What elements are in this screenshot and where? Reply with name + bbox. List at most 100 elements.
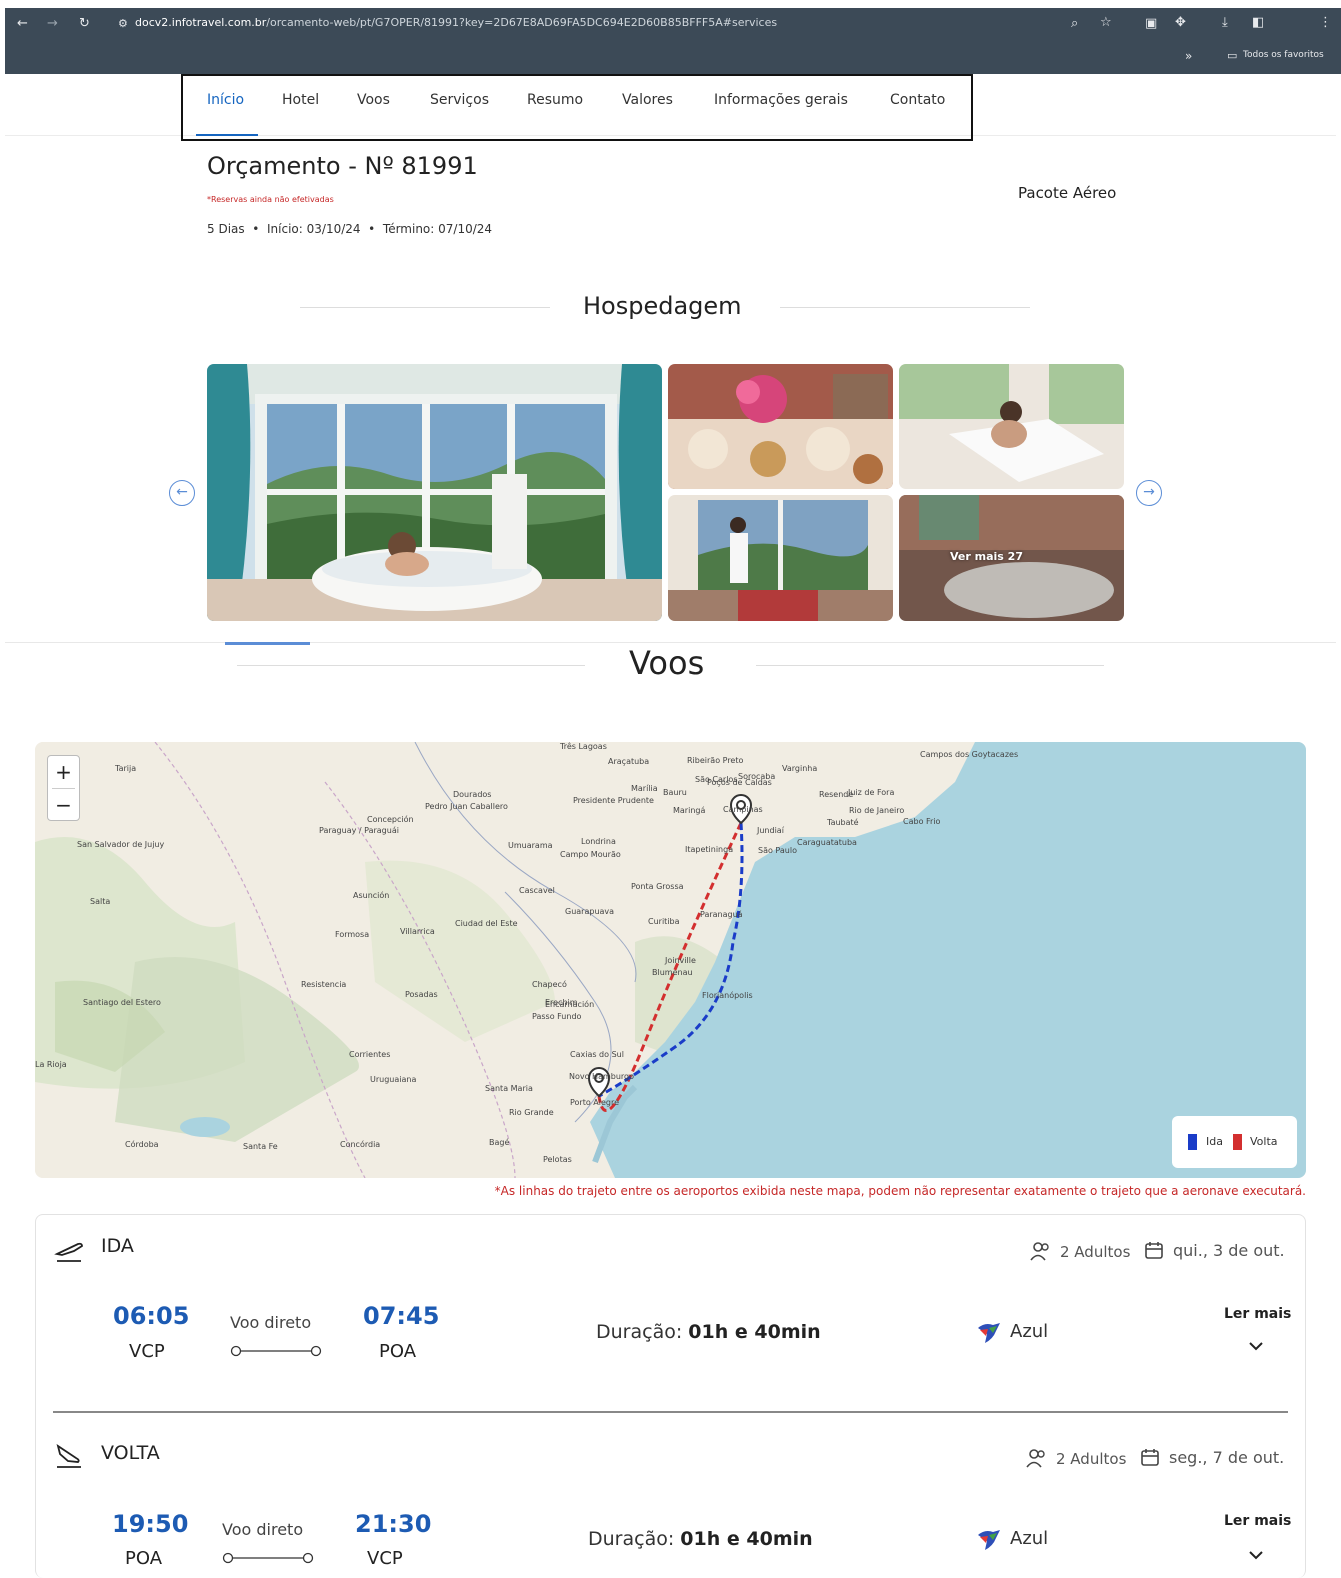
section-rule xyxy=(780,307,1030,308)
map-label: Marília xyxy=(631,784,658,793)
duration-label: Duração: xyxy=(588,1528,675,1550)
extension-icon[interactable]: ▣ xyxy=(1145,16,1157,32)
section-rule xyxy=(237,665,585,666)
zoom-out-button[interactable]: − xyxy=(48,789,79,821)
map-label: Londrina xyxy=(581,837,616,846)
map-zoom-control: + − xyxy=(47,755,80,821)
map-label: Pedro Juan Caballero xyxy=(425,802,508,811)
flight-volta-date: seg., 7 de out. xyxy=(1169,1448,1285,1467)
nav-item-hotel[interactable]: Hotel xyxy=(282,92,319,108)
nav-item-valores[interactable]: Valores xyxy=(622,92,673,108)
map-label: Rio Grande xyxy=(509,1108,554,1117)
chevron-down-icon[interactable] xyxy=(1248,1340,1264,1356)
map-label: Cabo Frio xyxy=(903,817,941,826)
flight-ida-read-more[interactable]: Ler mais xyxy=(1224,1306,1291,1322)
download-icon[interactable]: ⤓ xyxy=(1222,15,1228,31)
route-map[interactable]: Três Lagoas Araçatuba Ribeirão Preto São Ca… xyxy=(35,742,1306,1178)
flight-volta-label: VOLTA xyxy=(101,1442,160,1464)
flight-ida-label: IDA xyxy=(101,1235,134,1257)
bookmark-star-icon[interactable]: ☆ xyxy=(1100,15,1112,31)
map-label: Bagé xyxy=(489,1138,510,1147)
map-label: Dourados xyxy=(453,790,492,799)
back-icon[interactable]: ← xyxy=(17,16,28,32)
site-settings-icon[interactable]: ⚙ xyxy=(118,16,128,32)
calendar-icon xyxy=(1144,1240,1164,1260)
reservation-warning: *Reservas ainda não efetivadas xyxy=(207,195,334,204)
nav-item-informacoes[interactable]: Informações gerais xyxy=(714,92,848,108)
flight-volta-arr-time: 21:30 xyxy=(355,1510,432,1538)
carousel-prev-button[interactable]: ← xyxy=(169,480,195,506)
trip-dates: 5 Dias • Início: 03/10/24 • Término: 07/… xyxy=(207,222,492,236)
forward-icon[interactable]: → xyxy=(47,16,58,32)
flight-volta-dep-time: 19:50 xyxy=(112,1510,189,1538)
bullet: • xyxy=(248,222,264,236)
url-text[interactable]: docv2.infotravel.com.br/orcamento-web/pt… xyxy=(135,16,777,29)
flight-ida-adults: 2 Adultos xyxy=(1060,1243,1131,1261)
section-rule xyxy=(756,665,1104,666)
flight-volta-duration: Duração: 01h e 40min xyxy=(588,1528,813,1550)
map-label: Santa Fe xyxy=(243,1142,278,1151)
nav-item-inicio[interactable]: Início xyxy=(207,92,244,108)
duration-value: 01h e 40min xyxy=(680,1528,813,1550)
chevron-down-icon[interactable] xyxy=(1248,1549,1264,1565)
flight-ida-dep-code: VCP xyxy=(129,1341,165,1362)
hotel-photo-bath-1[interactable] xyxy=(899,364,1124,489)
flight-ida-date: qui., 3 de out. xyxy=(1173,1241,1285,1260)
flight-volta-arr-code: VCP xyxy=(367,1548,403,1569)
map-label: Joinville xyxy=(665,956,696,965)
carousel-next-button[interactable]: → xyxy=(1136,480,1162,506)
map-label: La Rioja xyxy=(35,1060,67,1069)
map-label: Santiago del Estero xyxy=(83,998,161,1007)
volta-swatch xyxy=(1233,1134,1242,1150)
flight-volta-type: Voo direto xyxy=(222,1520,304,1539)
nav-item-resumo[interactable]: Resumo xyxy=(527,92,583,108)
map-disclaimer: *As linhas do trajeto entre os aeroporto… xyxy=(494,1184,1306,1198)
page-title: Orçamento - Nº 81991 xyxy=(207,152,478,180)
map-label: Caxias do Sul xyxy=(570,1050,624,1059)
hotel-photo-breakfast[interactable] xyxy=(668,364,893,489)
map-label: Concepción xyxy=(367,815,414,824)
plane-landing-icon xyxy=(54,1442,84,1470)
nav-item-servicos[interactable]: Serviços xyxy=(430,92,489,108)
flight-volta-read-more[interactable]: Ler mais xyxy=(1224,1513,1291,1529)
azul-logo-icon xyxy=(975,1527,1003,1553)
plane-takeoff-icon xyxy=(54,1236,84,1264)
map-label: Santa Maria xyxy=(485,1084,533,1093)
zoom-icon[interactable]: ⌕ xyxy=(1071,16,1078,32)
map-label: Curitiba xyxy=(648,917,680,926)
map-label: Paranaguá xyxy=(700,910,743,919)
zoom-in-button[interactable]: + xyxy=(48,756,79,788)
map-label: Rio de Janeiro xyxy=(849,806,905,815)
route-line-icon xyxy=(230,1343,322,1357)
bullet: • xyxy=(364,222,380,236)
trip-start: Início: 03/10/24 xyxy=(267,222,361,236)
map-label: San Salvador de Jujuy xyxy=(77,840,165,849)
nav-item-contato[interactable]: Contato xyxy=(890,92,945,108)
reload-icon[interactable]: ↻ xyxy=(79,16,90,32)
map-label: Novo Hamburgo xyxy=(569,1072,635,1081)
map-label: Varginha xyxy=(782,764,818,773)
duration-label: Duração: xyxy=(596,1321,683,1343)
hotel-photo-window[interactable] xyxy=(668,495,893,621)
menu-icon[interactable]: ⋮ xyxy=(1319,15,1332,31)
more-bookmarks-icon[interactable]: » xyxy=(1185,48,1192,64)
bookmarks-folder[interactable]: Todos os favoritos xyxy=(1243,50,1324,60)
flight-ida-arr-code: POA xyxy=(379,1341,417,1362)
flight-ida-type: Voo direto xyxy=(230,1313,312,1332)
nav-item-voos[interactable]: Voos xyxy=(357,92,390,108)
sidepanel-icon[interactable]: ◧ xyxy=(1252,15,1264,31)
hotel-photo-main[interactable] xyxy=(207,364,662,621)
map-label: Caraguatatuba xyxy=(797,838,857,847)
flight-ida-duration: Duração: 01h e 40min xyxy=(596,1321,821,1343)
puzzle-icon[interactable]: ✥ xyxy=(1175,15,1186,31)
trip-end: Término: 07/10/24 xyxy=(382,222,493,236)
folder-icon: ▭ xyxy=(1227,49,1238,62)
more-photos-label[interactable]: Ver mais 27 xyxy=(950,550,1023,563)
flight-ida-airline: Azul xyxy=(1010,1321,1049,1342)
section-rule xyxy=(5,642,1336,643)
map-label: Villarrica xyxy=(400,927,435,936)
map-label: Passo Fundo xyxy=(532,1012,582,1021)
people-icon xyxy=(1026,1448,1048,1468)
map-label: Ponta Grossa xyxy=(631,882,684,891)
map-label: Córdoba xyxy=(125,1140,159,1149)
